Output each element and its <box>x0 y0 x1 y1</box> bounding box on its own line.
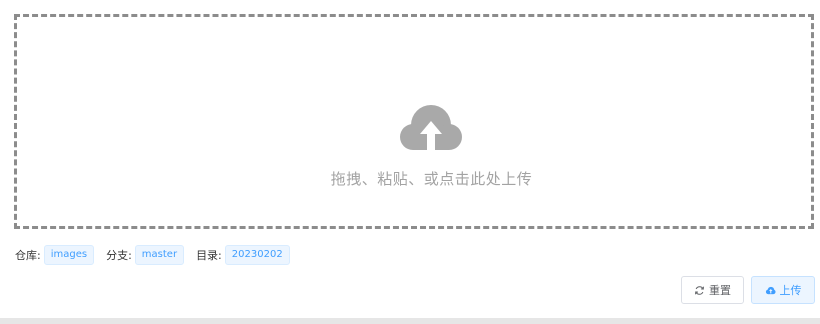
dropzone-hint: 拖拽、粘贴、或点击此处上传 <box>330 170 533 188</box>
upload-dropzone[interactable]: 拖拽、粘贴、或点击此处上传 <box>14 14 814 229</box>
refresh-icon <box>695 285 704 295</box>
upload-target-info: 仓库: images 分支: master 目录: 20230202 <box>15 245 302 265</box>
repo-tag: images <box>43 245 95 265</box>
upload-button[interactable]: 上传 <box>751 276 815 304</box>
cloud-upload-icon <box>765 286 776 294</box>
repo-label: 仓库: <box>15 249 41 262</box>
cloud-upload-icon <box>400 105 462 150</box>
upload-button-label: 上传 <box>779 284 802 297</box>
branch-label: 分支: <box>106 249 132 262</box>
directory-tag: 20230202 <box>224 245 290 265</box>
reset-button[interactable]: 重置 <box>681 276 744 304</box>
branch-tag: master <box>134 245 185 265</box>
directory-label: 目录: <box>196 249 222 262</box>
bottom-edge <box>0 318 820 324</box>
reset-button-label: 重置 <box>709 284 731 297</box>
